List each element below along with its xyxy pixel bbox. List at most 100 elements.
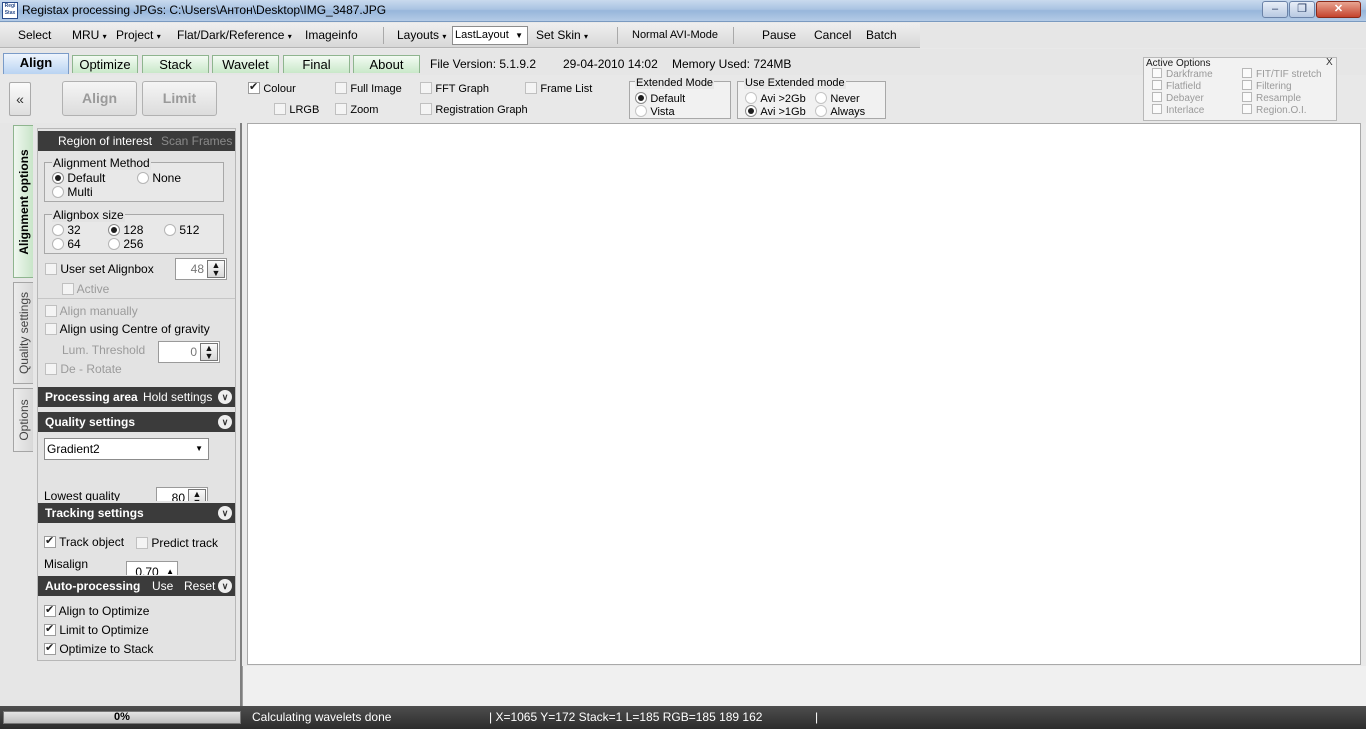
menu-mru[interactable]: MRU ▾ [72, 28, 107, 42]
auto-use-button[interactable]: Use [152, 576, 173, 596]
processing-area-header[interactable]: Processing area Hold settings ∨ [38, 387, 235, 407]
fft-graph-option[interactable]: FFT Graph [420, 81, 489, 95]
active-option[interactable]: Active [62, 282, 109, 296]
extended-mode-default[interactable]: Default [635, 91, 685, 105]
predict-track-option[interactable]: Predict track [136, 536, 218, 550]
method-none-radio[interactable] [137, 172, 149, 184]
zoom-option[interactable]: Zoom [335, 102, 378, 116]
menu-flat-dark-reference[interactable]: Flat/Dark/Reference ▾ [177, 28, 292, 42]
track-object-checkbox[interactable] [44, 534, 56, 548]
align-cog-checkbox[interactable] [45, 323, 57, 335]
fft-graph-checkbox[interactable] [420, 82, 432, 94]
tab-about[interactable]: About [353, 55, 420, 73]
extended-vista-radio[interactable] [635, 105, 647, 117]
size-256-radio[interactable] [108, 238, 120, 250]
track-object-option[interactable]: Track object [44, 534, 124, 549]
menu-imageinfo[interactable]: Imageinfo [305, 28, 358, 42]
quality-method-select[interactable]: Gradient2 ▼ [44, 438, 209, 460]
size-128[interactable]: 128 [108, 223, 143, 237]
align-cog-option[interactable]: Align using Centre of gravity [45, 322, 210, 336]
menu-layouts[interactable]: Layouts ▾ [397, 28, 446, 42]
avi-mode-button[interactable]: Normal AVI-Mode [632, 29, 718, 41]
limit-to-optimize-checkbox[interactable] [44, 622, 56, 636]
vtab-quality-settings[interactable]: Quality settings [13, 282, 33, 384]
menu-select[interactable]: Select [18, 28, 51, 42]
frame-list-checkbox[interactable] [525, 82, 537, 94]
active-checkbox[interactable] [62, 283, 74, 295]
batch-button[interactable]: Batch [866, 28, 897, 42]
derotate-checkbox[interactable] [45, 363, 57, 375]
tab-wavelet[interactable]: Wavelet [212, 55, 279, 73]
image-view[interactable] [247, 123, 1361, 665]
misalign-stepper[interactable]: 0.70 ▲ [126, 561, 178, 575]
lrgb-option[interactable]: LRGB [274, 102, 319, 116]
expand-chevron-icon[interactable]: ∨ [218, 415, 232, 429]
active-options-close-button[interactable]: X [1326, 57, 1333, 68]
size-256[interactable]: 256 [108, 237, 143, 251]
align-manually-checkbox[interactable] [45, 305, 57, 317]
menu-set-skin[interactable]: Set Skin ▾ [536, 28, 588, 42]
optimize-to-stack-option[interactable]: Optimize to Stack [44, 641, 153, 656]
size-64[interactable]: 64 [52, 237, 81, 251]
align-to-optimize-checkbox[interactable] [44, 603, 56, 617]
spin-up-icon[interactable]: ▲ [166, 562, 174, 575]
cancel-button[interactable]: Cancel [814, 28, 851, 42]
tab-stack[interactable]: Stack [142, 55, 209, 73]
full-image-option[interactable]: Full Image [335, 81, 402, 95]
size-32[interactable]: 32 [52, 223, 81, 237]
spin-arrows-icon[interactable]: ▲▼ [200, 343, 218, 361]
auto-processing-header[interactable]: Auto-processing Use Reset ∨ [38, 576, 235, 596]
minimize-button[interactable]: ‒ [1262, 1, 1288, 18]
method-multi[interactable]: Multi [52, 185, 93, 199]
limit-to-optimize-option[interactable]: Limit to Optimize [44, 622, 149, 637]
colour-option[interactable]: Colour [248, 80, 296, 95]
expand-chevron-icon[interactable]: ∨ [218, 506, 232, 520]
extended-mode-vista[interactable]: Vista [635, 104, 675, 118]
lum-threshold-stepper[interactable]: 0 ▲ ▼ [158, 341, 220, 363]
lowest-quality-stepper[interactable]: 80 ▲▼ [156, 487, 208, 501]
maximize-button[interactable]: ❐ [1289, 1, 1315, 18]
size-512-radio[interactable] [164, 224, 176, 236]
colour-checkbox[interactable] [248, 80, 260, 94]
hold-settings-button[interactable]: Hold settings [143, 387, 212, 407]
collapse-panel-button[interactable]: « [9, 82, 31, 116]
optimize-to-stack-checkbox[interactable] [44, 641, 56, 655]
auto-reset-button[interactable]: Reset [184, 576, 215, 596]
always-radio[interactable] [815, 105, 827, 117]
align-button[interactable]: Align [62, 81, 137, 116]
method-default[interactable]: Default [52, 171, 105, 185]
size-512[interactable]: 512 [164, 223, 199, 237]
size-32-radio[interactable] [52, 224, 64, 236]
registration-graph-option[interactable]: Registration Graph [420, 102, 528, 116]
spin-arrows-icon[interactable]: ▲▼ [188, 489, 206, 501]
align-manually-option[interactable]: Align manually [45, 304, 138, 318]
tracking-settings-header[interactable]: Tracking settings ∨ [38, 503, 235, 523]
registax-app-icon[interactable]: Regi Stax [2, 2, 18, 19]
region-of-interest-button[interactable]: Region of interest [58, 131, 152, 151]
use-extended-always[interactable]: Always [815, 104, 865, 118]
use-extended-avi2[interactable]: Avi >2Gb [745, 91, 806, 105]
vtab-options[interactable]: Options [13, 388, 33, 452]
scan-frames-button[interactable]: Scan Frames [161, 131, 232, 151]
pause-button[interactable]: Pause [762, 28, 796, 42]
method-default-radio[interactable] [52, 172, 64, 184]
tab-align[interactable]: Align [3, 53, 69, 74]
menu-project[interactable]: Project ▾ [116, 28, 161, 42]
quality-settings-header[interactable]: Quality settings ∨ [38, 412, 235, 432]
use-extended-avi1[interactable]: Avi >1Gb [745, 104, 806, 118]
alignbox-size-stepper[interactable]: 48 ▲ ▼ [175, 258, 227, 280]
size-64-radio[interactable] [52, 238, 64, 250]
vtab-alignment-options[interactable]: Alignment options [13, 125, 33, 278]
layout-select[interactable]: LastLayout ▼ [452, 26, 528, 45]
size-128-radio[interactable] [108, 224, 120, 236]
full-image-checkbox[interactable] [335, 82, 347, 94]
avi1-radio[interactable] [745, 105, 757, 117]
expand-chevron-icon[interactable]: ∨ [218, 579, 232, 593]
lrgb-checkbox[interactable] [274, 103, 286, 115]
close-window-button[interactable]: ✕ [1316, 1, 1361, 18]
expand-chevron-icon[interactable]: ∨ [218, 390, 232, 404]
align-to-optimize-option[interactable]: Align to Optimize [44, 603, 149, 618]
zoom-checkbox[interactable] [335, 103, 347, 115]
extended-default-radio[interactable] [635, 92, 647, 104]
user-set-alignbox-option[interactable]: User set Alignbox [45, 262, 154, 276]
